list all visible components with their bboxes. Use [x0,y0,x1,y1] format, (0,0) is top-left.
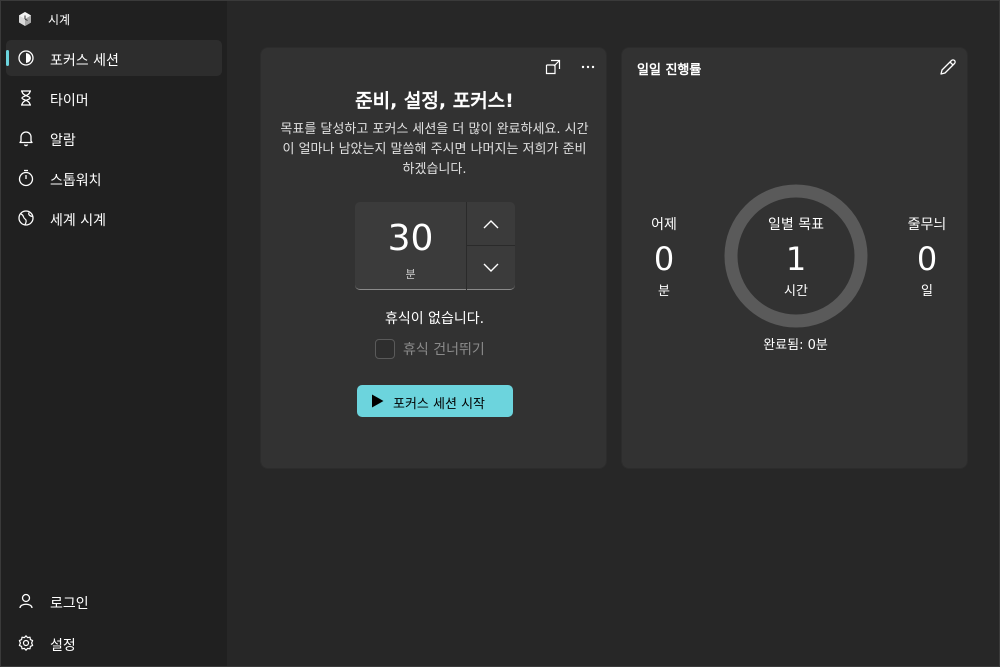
more-icon [581,65,595,69]
streak-stat: 줄무늬 0 일 [887,214,967,299]
play-icon [372,394,384,408]
globe-icon [18,210,34,226]
yesterday-label: 어제 [651,217,677,233]
clock-window: 시계 포커스 세션 타이머 알람 스톱워치 세계 시계 로그인 설정 준비, 설… [0,0,1000,667]
sidebar-item-settings[interactable]: 설정 [6,625,222,661]
yesterday-stat: 어제 0 분 [624,214,704,299]
hourglass-icon [21,90,31,106]
sidebar: 포커스 세션 타이머 알람 스톱워치 세계 시계 로그인 설정 [1,37,227,666]
more-options-button[interactable] [578,57,598,77]
gear-icon [18,635,34,651]
chevron-down-icon [483,263,499,272]
active-indicator [6,50,9,66]
yesterday-unit: 분 [658,284,670,299]
focus-icon [18,50,34,66]
sidebar-item-label: 알람 [50,133,76,149]
minutes-unit: 분 [405,268,416,281]
skip-break-label: 휴식 건너뛰기 [403,342,485,358]
chevron-up-icon [483,219,499,228]
pencil-icon [940,59,956,75]
break-status: 휴식이 없습니다. [384,311,485,327]
sidebar-item-label: 로그인 [50,596,89,612]
completed-status: 완료됨: 0분 [763,338,828,353]
sidebar-item-label: 세계 시계 [50,213,106,229]
sidebar-item-label: 설정 [50,638,76,654]
sidebar-item-timer[interactable]: 타이머 [6,80,222,116]
streak-value: 0 [916,240,938,278]
focus-title: 준비, 설정, 포커스! [355,90,514,112]
skip-break-checkbox-row[interactable]: 휴식 건너뛰기 [375,338,485,360]
minutes-display[interactable]: 30 분 [355,202,466,290]
person-icon [19,593,33,609]
streak-unit: 일 [921,284,933,299]
sidebar-item-stopwatch[interactable]: 스톱워치 [6,160,222,196]
stopwatch-icon [18,169,34,187]
focus-session-card: 준비, 설정, 포커스! 목표를 달성하고 포커스 세션을 더 많이 완료하세요… [260,47,607,469]
yesterday-value: 0 [653,240,675,278]
daily-progress-card: 일일 진행률 어제 0 분 일별 목표 1 시간 줄무늬 0 일 완료됨: 0분 [621,47,968,469]
compact-overlay-button[interactable] [543,57,563,77]
bell-icon [19,131,33,147]
minutes-stepper[interactable]: 30 분 [355,202,515,290]
clock-app-icon [19,12,31,26]
focus-description: 목표를 달성하고 포커스 세션을 더 많이 완료하세요. 시간이 얼마나 남았는… [280,122,589,177]
sidebar-item-label: 스톱워치 [50,173,102,189]
streak-label: 줄무늬 [907,217,947,233]
skip-break-checkbox[interactable] [375,339,395,359]
sidebar-item-focus-session[interactable]: 포커스 세션 [6,40,222,76]
sidebar-item-label: 포커스 세션 [50,53,119,69]
pop-out-icon [545,59,561,75]
daily-goal-unit: 시간 [784,284,808,299]
start-focus-session-button[interactable]: 포커스 세션 시작 [357,385,513,417]
daily-goal-label: 일별 목표 [768,217,824,233]
sidebar-item-alarm[interactable]: 알람 [6,120,222,156]
minutes-value: 30 [387,218,434,259]
sidebar-item-sign-in[interactable]: 로그인 [6,583,222,619]
sidebar-item-world-clock[interactable]: 세계 시계 [6,200,222,236]
increase-minutes-button[interactable] [467,202,515,245]
main-content: 준비, 설정, 포커스! 목표를 달성하고 포커스 세션을 더 많이 완료하세요… [227,1,999,666]
edit-goal-button[interactable] [938,57,958,77]
daily-goal-stat: 일별 목표 1 시간 [723,214,869,299]
start-focus-session-label: 포커스 세션 시작 [393,397,485,412]
sidebar-item-label: 타이머 [50,93,89,109]
decrease-minutes-button[interactable] [467,246,515,289]
daily-goal-value: 1 [785,240,807,278]
app-title: 시계 [48,13,71,27]
daily-progress-title: 일일 진행률 [637,63,702,78]
